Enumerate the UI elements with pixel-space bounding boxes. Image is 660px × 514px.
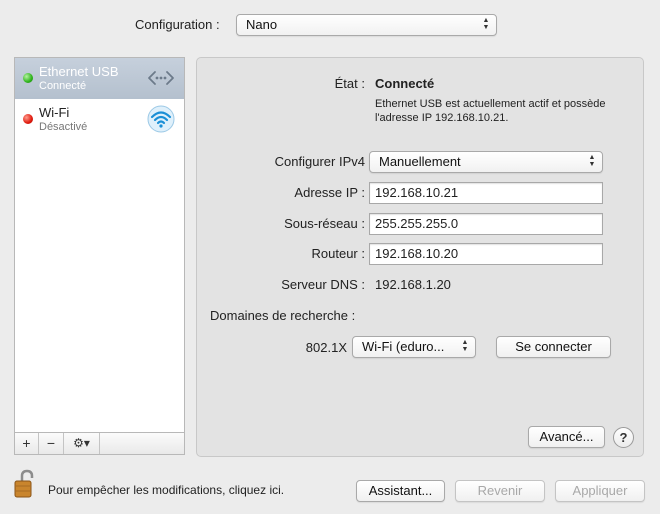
ip-address-field[interactable]: 192.168.10.21 — [369, 182, 603, 204]
dot1x-label: 802.1X — [305, 340, 347, 355]
dot1x-popup[interactable]: Wi-Fi (eduro... ▲ ▼ — [352, 336, 476, 358]
service-status: Désactivé — [39, 121, 88, 133]
status-value: Connecté — [375, 76, 435, 91]
popup-arrows-icon: ▲ ▼ — [588, 154, 596, 168]
detail-panel: État : Connecté Ethernet USB est actuell… — [196, 57, 644, 457]
revert-button[interactable]: Revenir — [455, 480, 545, 502]
help-button[interactable]: ? — [613, 427, 634, 448]
service-name: Ethernet USB — [39, 64, 119, 79]
status-label: État : — [334, 76, 365, 91]
status-inactive-icon — [23, 114, 33, 124]
router-label: Routeur : — [311, 246, 365, 261]
dot1x-value: Wi-Fi (eduro... — [362, 339, 445, 354]
service-list: Ethernet USB Connecté Wi-Fi Désactivé + … — [14, 57, 185, 455]
configuration-popup[interactable]: Nano ▲ ▼ — [236, 14, 497, 36]
advanced-button[interactable]: Avancé... — [528, 426, 605, 448]
service-list-toolbar: + − ⚙▾ — [15, 432, 184, 454]
action-menu-button[interactable]: ⚙▾ — [64, 433, 100, 454]
configure-ipv4-value: Manuellement — [379, 154, 461, 169]
ethernet-icon — [148, 71, 174, 85]
popup-arrows-icon: ▲ ▼ — [482, 17, 490, 31]
subnet-label: Sous-réseau : — [284, 216, 365, 231]
ip-address-label: Adresse IP : — [294, 185, 365, 200]
service-name: Wi-Fi — [39, 105, 70, 120]
search-domains-label: Domaines de recherche : — [210, 308, 356, 323]
configure-ipv4-label: Configurer IPv4 — [274, 154, 365, 169]
configuration-label: Configuration : — [135, 17, 220, 32]
popup-arrows-icon: ▲ ▼ — [461, 339, 469, 353]
status-description: Ethernet USB est actuellement actif et p… — [375, 98, 606, 124]
service-status: Connecté — [39, 80, 87, 92]
service-ethernet-usb[interactable]: Ethernet USB Connecté — [15, 58, 184, 99]
connect-button[interactable]: Se connecter — [496, 336, 611, 358]
configuration-value: Nano — [246, 17, 278, 32]
subnet-field[interactable]: 255.255.255.0 — [369, 213, 603, 235]
router-field[interactable]: 192.168.10.20 — [369, 243, 603, 265]
lock-text: Pour empêcher les modifications, cliquez… — [48, 483, 285, 497]
configure-ipv4-popup[interactable]: Manuellement ▲ ▼ — [369, 151, 603, 173]
dns-server-value: 192.168.1.20 — [375, 277, 451, 292]
assistant-button[interactable]: Assistant... — [356, 480, 445, 502]
remove-service-button[interactable]: − — [39, 433, 64, 454]
lock-icon[interactable] — [14, 469, 38, 499]
wifi-icon — [147, 105, 175, 133]
apply-button[interactable]: Appliquer — [555, 480, 645, 502]
dns-server-label: Serveur DNS : — [281, 277, 365, 292]
service-wifi[interactable]: Wi-Fi Désactivé — [15, 99, 184, 140]
status-connected-icon — [23, 73, 33, 83]
add-service-button[interactable]: + — [15, 433, 39, 454]
